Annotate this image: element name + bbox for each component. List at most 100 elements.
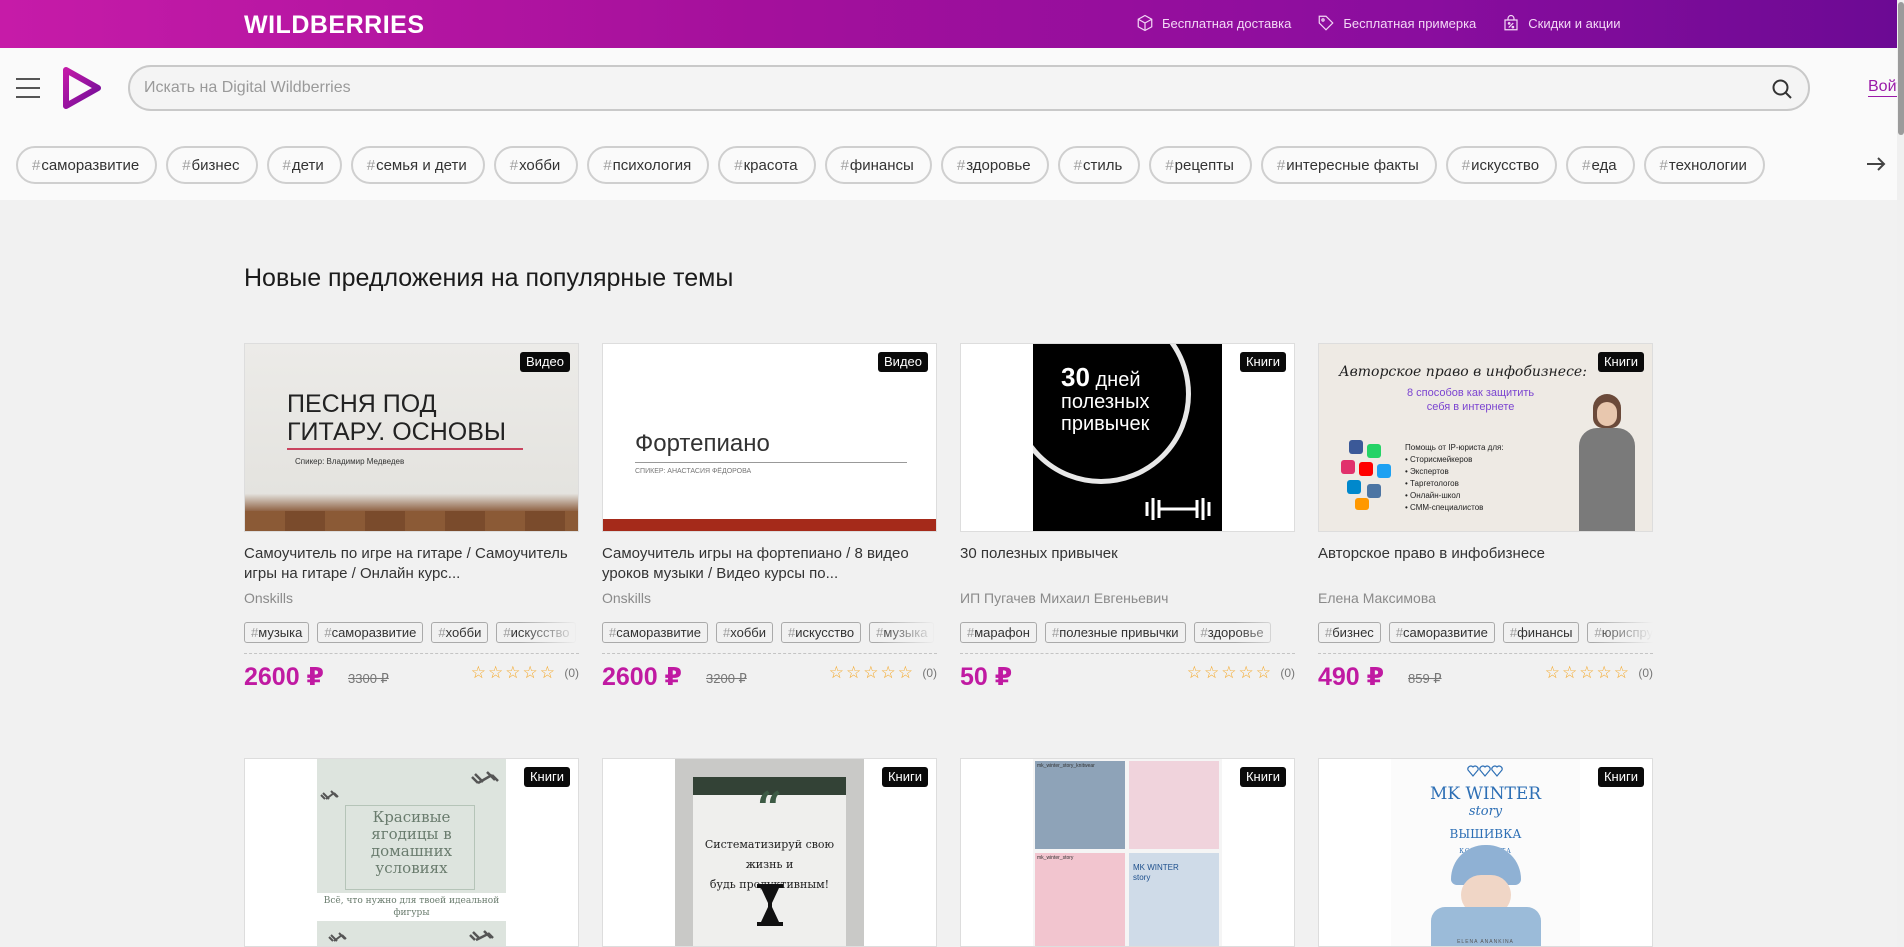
product-card[interactable]: Авторское право в инфобизнесе: 8 способо… xyxy=(1318,343,1653,694)
product-tag[interactable]: #хобби xyxy=(431,622,489,643)
price: 2600 ₽ xyxy=(244,663,324,691)
product-card[interactable]: ПЕСНЯ ПОД ГИТАРУ. ОСНОВЫ Спикер: Владими… xyxy=(244,343,579,694)
product-tag[interactable]: #искусство xyxy=(496,622,577,643)
topic-tag-label: искусство xyxy=(1471,156,1540,174)
discounts-label: Скидки и акции xyxy=(1528,15,1621,31)
topic-tag-label: финансы xyxy=(849,156,914,174)
product-title[interactable]: Авторское право в инфобизнесе xyxy=(1318,544,1653,584)
brand-logo[interactable]: WILDBERRIES xyxy=(244,11,425,40)
image-text: Экспертов xyxy=(1410,467,1449,476)
topic-tag[interactable]: # интересные факты xyxy=(1260,146,1437,184)
topic-tag-label: еда xyxy=(1591,156,1617,174)
rating-stars[interactable]: ☆☆☆☆☆ xyxy=(1187,663,1273,683)
product-card[interactable]: mk_winter_story_knitwear mk_winter_story… xyxy=(960,758,1295,947)
image-text: Таргетологов xyxy=(1410,479,1459,488)
rating-stars[interactable]: ☆☆☆☆☆ xyxy=(471,663,557,683)
topic-tag[interactable]: # рецепты xyxy=(1149,146,1252,184)
heart-icon xyxy=(1467,765,1503,777)
rating-count: (0) xyxy=(564,666,579,680)
image-caption: Спикер: Владимир Медведев xyxy=(295,457,405,466)
product-title[interactable]: Самоучитель игры на фортепиано / 8 видео… xyxy=(602,544,937,584)
product-tag[interactable]: #саморазвитие xyxy=(317,622,424,643)
product-tag[interactable]: #финансы xyxy=(1502,622,1580,643)
product-tag[interactable]: #саморазвитие xyxy=(602,622,709,643)
topic-tag[interactable]: # искусство xyxy=(1445,146,1558,184)
topic-tag[interactable]: # психология xyxy=(587,146,710,184)
search-box xyxy=(128,65,1810,111)
play-logo-icon[interactable] xyxy=(62,66,102,110)
topic-tag[interactable]: # хобби xyxy=(493,146,579,184)
product-author[interactable]: Onskills xyxy=(602,590,937,606)
topic-tag[interactable]: # технологии xyxy=(1643,146,1765,184)
product-card[interactable]: “ Систематизируй свою жизнь и будь проду… xyxy=(602,758,937,947)
discounts-link[interactable]: Скидки и акции xyxy=(1502,14,1621,32)
topic-tag[interactable]: # саморазвитие xyxy=(16,146,158,184)
product-tag[interactable]: #здоровье xyxy=(1193,622,1271,643)
topic-tag[interactable]: # семья и дети xyxy=(350,146,485,184)
free-fitting-link[interactable]: Бесплатная примерка xyxy=(1317,14,1476,32)
old-price: 859 ₽ xyxy=(1408,671,1442,686)
topic-tag[interactable]: # стиль xyxy=(1057,146,1141,184)
type-badge: Видео xyxy=(878,352,928,372)
product-image[interactable]: ПЕСНЯ ПОД ГИТАРУ. ОСНОВЫ Спикер: Владими… xyxy=(244,343,579,532)
topic-tag[interactable]: # дети xyxy=(266,146,342,184)
product-card[interactable]: 30 дней полезных привычек Книги 30 полез… xyxy=(960,343,1295,694)
product-tag[interactable]: #полезные привычки xyxy=(1044,622,1186,643)
product-tags: #саморазвитие #хобби #искусство #музыка xyxy=(602,622,937,643)
product-image[interactable]: Авторское право в инфобизнесе: 8 способо… xyxy=(1318,343,1653,532)
tag-icon xyxy=(1318,15,1334,31)
image-caption: СПИКЕР: АНАСТАСИЯ ФЁДОРОВА xyxy=(635,468,752,475)
product-title[interactable]: 30 полезных привычек xyxy=(960,544,1295,584)
rating-count: (0) xyxy=(922,666,937,680)
product-image[interactable]: MK WINTER story ВЫШИВКА КОМПЛЕКТА ELENA … xyxy=(1318,758,1653,947)
type-badge: Книги xyxy=(1239,767,1286,787)
product-card[interactable]: Красивые ягодицы в домашних условиях Всё… xyxy=(244,758,579,947)
product-card[interactable]: Фортепиано СПИКЕР: АНАСТАСИЯ ФЁДОРОВА Ви… xyxy=(602,343,937,694)
product-tag[interactable]: #саморазвитие xyxy=(1388,622,1495,643)
product-card[interactable]: MK WINTER story ВЫШИВКА КОМПЛЕКТА ELENA … xyxy=(1318,758,1653,947)
topic-tag-label: саморазвитие xyxy=(41,156,140,174)
image-text: Помощь от IP-юриста для: xyxy=(1405,443,1504,452)
product-image[interactable]: “ Систематизируй свою жизнь и будь проду… xyxy=(602,758,937,947)
topic-tag-label: психология xyxy=(612,156,692,174)
product-image[interactable]: 30 дней полезных привычек Книги xyxy=(960,343,1295,532)
image-text: Сторисмейкеров xyxy=(1410,455,1473,464)
topic-tag-label: красота xyxy=(743,156,798,174)
product-tag[interactable]: #музыка xyxy=(244,622,310,643)
product-tag[interactable]: #юриспруденция xyxy=(1587,622,1653,643)
woman-photo xyxy=(1577,394,1637,531)
scrollbar-track[interactable] xyxy=(1897,0,1904,947)
topic-tag[interactable]: # финансы xyxy=(824,146,932,184)
product-tag[interactable]: #музыка xyxy=(869,622,935,643)
rating-stars[interactable]: ☆☆☆☆☆ xyxy=(829,663,915,683)
product-image[interactable]: mk_winter_story_knitwear mk_winter_story… xyxy=(960,758,1295,947)
image-text: полезных xyxy=(1061,391,1150,413)
product-tag[interactable]: #марафон xyxy=(960,622,1037,643)
arrow-right-icon[interactable] xyxy=(1864,152,1888,176)
product-author[interactable]: ИП Пугачев Михаил Евгеньевич xyxy=(960,590,1295,606)
search-input[interactable] xyxy=(144,67,1744,109)
product-author[interactable]: Елена Максимова xyxy=(1318,590,1653,606)
product-tag[interactable]: #бизнес xyxy=(1318,622,1381,643)
free-delivery-link[interactable]: Бесплатная доставка xyxy=(1136,14,1291,32)
product-author[interactable]: Onskills xyxy=(244,590,579,606)
product-tag[interactable]: #искусство xyxy=(781,622,862,643)
image-text: ПЕСНЯ ПОД xyxy=(287,390,437,418)
scrollbar-thumb[interactable] xyxy=(1898,2,1904,135)
image-text: фигуры xyxy=(393,908,430,918)
product-image[interactable]: Красивые ягодицы в домашних условиях Всё… xyxy=(244,758,579,947)
product-tag[interactable]: #хобби xyxy=(716,622,774,643)
topic-tag[interactable]: # бизнес xyxy=(166,146,258,184)
topic-tag-label: бизнес xyxy=(191,156,240,174)
search-icon[interactable] xyxy=(1770,77,1794,101)
product-title[interactable]: Самоучитель по игре на гитаре / Самоучит… xyxy=(244,544,579,584)
topic-tags: # саморазвитие # бизнес # дети # семья и дети # х… xyxy=(16,146,1765,184)
knitwear-photo xyxy=(1035,761,1125,849)
menu-icon[interactable] xyxy=(16,78,40,98)
topic-tag[interactable]: # еда xyxy=(1566,146,1635,184)
image-text: ГИТАРУ. ОСНОВЫ xyxy=(287,418,507,446)
topic-tag[interactable]: # здоровье xyxy=(940,146,1049,184)
product-image[interactable]: Фортепиано СПИКЕР: АНАСТАСИЯ ФЁДОРОВА Ви… xyxy=(602,343,937,532)
topic-tag[interactable]: # красота xyxy=(718,146,816,184)
rating-stars[interactable]: ☆☆☆☆☆ xyxy=(1545,663,1631,683)
